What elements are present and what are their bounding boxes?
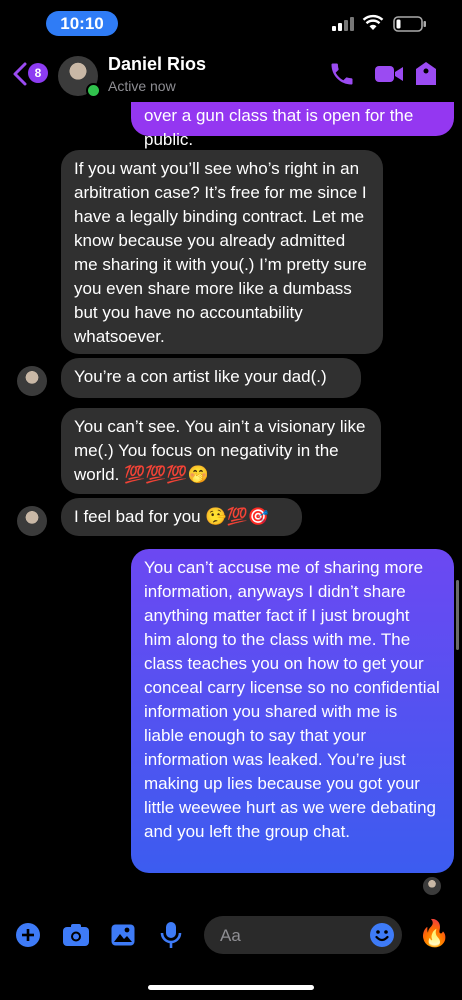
status-bar: 10:10	[0, 0, 462, 44]
fire-icon[interactable]: 🔥	[418, 918, 450, 948]
message-incoming: I feel bad for you 🤥💯🎯	[61, 498, 302, 536]
message-incoming: You’re a con artist like your dad(.)	[61, 358, 361, 398]
message-outgoing: You can’t accuse me of sharing more info…	[131, 549, 454, 873]
message-incoming: You can’t see. You ain’t a visionary lik…	[61, 408, 381, 494]
tag-icon[interactable]	[414, 60, 438, 88]
emoji-icon[interactable]	[369, 922, 395, 948]
video-call-icon[interactable]	[373, 60, 405, 88]
battery-icon	[393, 16, 426, 32]
unread-badge[interactable]: 8	[28, 63, 48, 83]
contact-name[interactable]: Daniel Rios	[108, 54, 206, 75]
status-time: 10:10	[46, 11, 118, 36]
scrollbar[interactable]	[456, 580, 459, 650]
phone-icon[interactable]	[328, 60, 356, 88]
back-icon[interactable]	[12, 62, 28, 86]
wifi-icon	[362, 14, 384, 30]
plus-icon[interactable]	[15, 922, 41, 948]
home-indicator[interactable]	[148, 985, 314, 990]
message-incoming: If you want you’ll see who’s right in an…	[61, 150, 383, 354]
gallery-icon[interactable]	[110, 922, 136, 948]
message-input-placeholder: Aa	[220, 926, 241, 945]
contact-avatar	[17, 506, 47, 536]
microphone-icon[interactable]	[160, 920, 182, 950]
contact-avatar	[17, 366, 47, 396]
online-indicator	[86, 83, 101, 98]
camera-icon[interactable]	[61, 922, 91, 948]
read-receipt-avatar	[423, 877, 441, 895]
signal-icon	[332, 17, 354, 31]
active-status: Active now	[108, 78, 176, 94]
